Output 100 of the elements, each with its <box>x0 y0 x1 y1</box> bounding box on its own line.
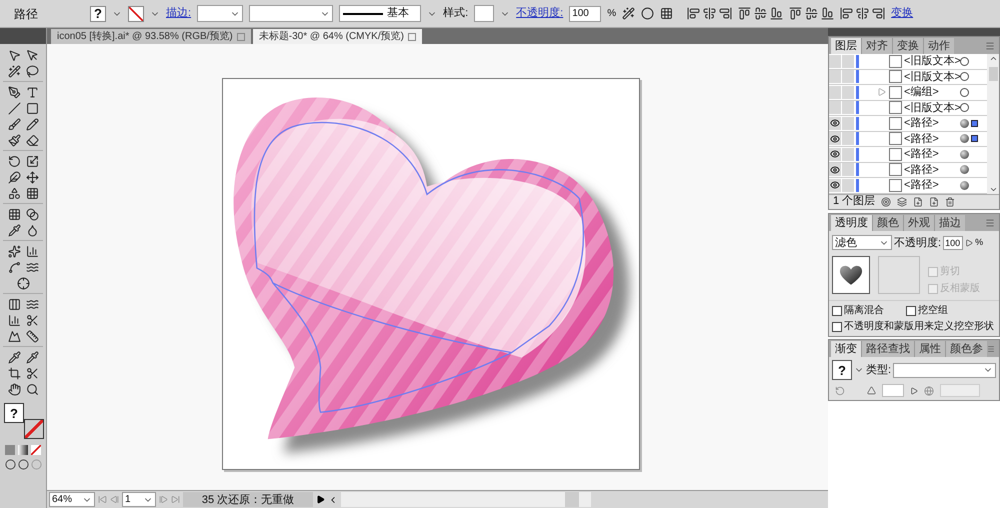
panel-tab[interactable]: 渐变 <box>831 341 861 357</box>
scroll-up-icon[interactable] <box>988 54 998 63</box>
status-menu-icon[interactable] <box>316 495 325 504</box>
appearance-target[interactable] <box>960 103 969 112</box>
zoom-tool-icon[interactable] <box>26 382 38 396</box>
eye-icon[interactable] <box>829 132 841 146</box>
visibility-toggle[interactable] <box>829 101 841 114</box>
stroke-weight-field[interactable] <box>197 5 244 22</box>
panel-tab[interactable]: 外观 <box>903 214 934 230</box>
magic-wand-tool-icon[interactable] <box>8 64 20 78</box>
appearance-target[interactable] <box>960 118 969 128</box>
eye-icon[interactable] <box>829 178 841 192</box>
visibility-toggle[interactable] <box>829 70 841 84</box>
appearance-target[interactable] <box>960 56 969 66</box>
layer-row[interactable]: <旧版文本> <box>829 54 987 70</box>
paintbrush-tool-icon[interactable] <box>8 118 20 130</box>
eye-icon[interactable] <box>829 116 841 130</box>
lock-toggle[interactable] <box>842 148 854 161</box>
layer-row[interactable]: <路径> <box>829 162 987 178</box>
panel-menu-icon[interactable] <box>987 344 995 354</box>
layer-row[interactable]: <路径> <box>829 147 987 162</box>
eye-icon[interactable] <box>829 148 841 161</box>
gradient-type-dropdown[interactable] <box>893 362 996 378</box>
align-left-icon[interactable] <box>687 7 700 20</box>
wave-tool-icon[interactable] <box>26 260 38 274</box>
pen-tool-icon[interactable] <box>8 86 20 98</box>
draw-normal-icon[interactable] <box>4 459 16 470</box>
visibility-toggle[interactable] <box>829 54 841 68</box>
fill-swatch[interactable]: ? <box>90 6 106 22</box>
ruler-tool-icon[interactable] <box>26 330 38 342</box>
align-center-icon[interactable] <box>703 7 716 20</box>
selection-indicator[interactable] <box>971 135 978 142</box>
panel-tab[interactable]: 对齐 <box>861 38 892 54</box>
mesh-tool-icon[interactable] <box>8 208 20 220</box>
line-tool-icon[interactable] <box>8 102 20 114</box>
appearance-target[interactable] <box>960 134 969 144</box>
angle-field[interactable] <box>882 384 904 397</box>
document-tab[interactable]: 未标题-30* @ 64% (CMYK/预览) <box>252 29 422 44</box>
appearance-target[interactable] <box>960 150 969 159</box>
scrollbar-thumb[interactable] <box>988 67 998 81</box>
blend-mode-dropdown[interactable]: 滤色 <box>832 235 892 250</box>
locate-object-icon[interactable] <box>881 196 892 206</box>
eraser-tool-icon[interactable] <box>26 134 38 146</box>
close-icon[interactable] <box>408 32 416 40</box>
layer-row[interactable]: <编组> <box>829 85 987 100</box>
lock-toggle[interactable] <box>842 86 854 99</box>
graph-tool-icon[interactable] <box>26 244 38 258</box>
opacity-slider-icon[interactable] <box>965 238 974 247</box>
panel-tab[interactable]: 描边 <box>934 214 965 230</box>
gradient-swatch[interactable]: ? <box>832 360 852 380</box>
stroke-swatch[interactable] <box>24 419 44 439</box>
style-swatch[interactable] <box>474 5 494 22</box>
layer-row[interactable]: <旧版文本> <box>829 100 987 116</box>
color-mode-icon[interactable] <box>5 445 15 455</box>
rotate-tool-icon[interactable] <box>8 154 20 168</box>
selection-tool-icon[interactable] <box>8 48 20 62</box>
layer-row[interactable]: <路径> <box>829 178 987 194</box>
curve-tool-icon[interactable] <box>8 260 20 274</box>
opacity-field[interactable]: 100 <box>569 6 602 22</box>
lock-toggle[interactable] <box>842 178 854 192</box>
lock-toggle[interactable] <box>842 132 854 146</box>
align-middle-icon[interactable] <box>754 7 768 20</box>
new-layer-icon[interactable] <box>929 196 940 206</box>
new-sublayer-icon[interactable] <box>913 196 924 206</box>
checkbox[interactable] <box>906 306 916 316</box>
layer-row[interactable]: <路径> <box>829 116 987 132</box>
gradient-mode-icon[interactable] <box>18 445 28 455</box>
panel-tab[interactable]: 属性 <box>914 341 945 357</box>
appearance-target[interactable] <box>960 72 969 82</box>
lock-toggle[interactable] <box>842 163 854 176</box>
reverse-gradient-icon[interactable] <box>835 386 845 396</box>
pencil-tool-icon[interactable] <box>26 118 38 130</box>
scissors-tool-icon[interactable] <box>26 314 38 326</box>
appearance-target[interactable] <box>960 165 969 174</box>
align-top-icon[interactable] <box>738 7 752 20</box>
visibility-toggle[interactable] <box>829 86 841 99</box>
selection-indicator[interactable] <box>971 120 978 127</box>
opacity-field[interactable]: 100 <box>943 236 964 250</box>
lock-toggle[interactable] <box>842 54 854 68</box>
delete-icon[interactable] <box>945 196 956 206</box>
none-mode-icon[interactable] <box>31 445 41 455</box>
panel-tab[interactable]: 变换 <box>892 38 923 54</box>
checkbox[interactable] <box>832 322 842 332</box>
layer-row[interactable]: <路径> <box>829 132 987 147</box>
zoom-field[interactable]: 64% <box>49 492 95 507</box>
appearance-target[interactable] <box>960 180 969 190</box>
panel-menu-icon[interactable] <box>985 41 995 51</box>
column-graph-tool-icon[interactable] <box>8 314 20 326</box>
appearance-target[interactable] <box>960 88 969 97</box>
lock-toggle[interactable] <box>842 101 854 114</box>
angle-icon[interactable] <box>867 386 876 395</box>
vertical-scrollbar[interactable] <box>987 54 999 194</box>
expand-icon[interactable] <box>878 88 886 96</box>
rectangle-tool-icon[interactable] <box>26 102 38 114</box>
scale-tool-icon[interactable] <box>26 154 38 168</box>
horizontal-scrollbar[interactable] <box>341 492 591 507</box>
hand-tool-icon[interactable] <box>8 382 20 396</box>
checkbox[interactable] <box>832 306 842 316</box>
lock-toggle[interactable] <box>842 116 854 130</box>
align-right-icon[interactable] <box>719 7 732 20</box>
